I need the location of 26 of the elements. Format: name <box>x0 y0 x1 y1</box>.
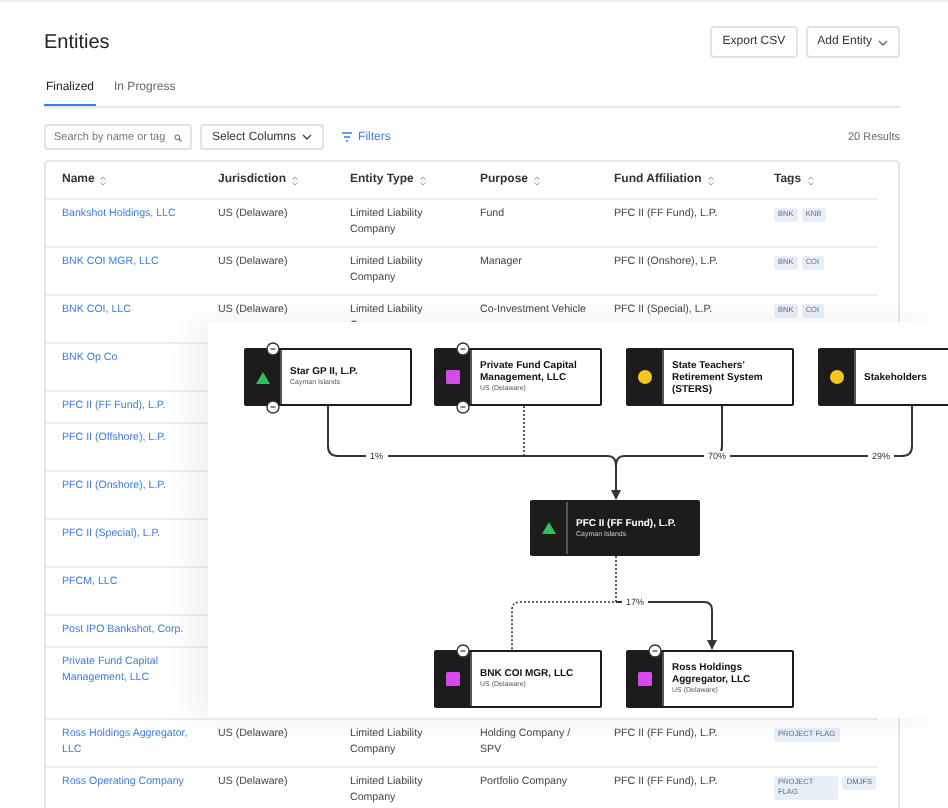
sort-icon <box>807 175 814 185</box>
filter-icon <box>342 132 353 142</box>
circle-icon <box>638 370 652 384</box>
square-icon <box>446 370 460 384</box>
page-title: Entities <box>44 31 110 53</box>
sort-icon <box>534 175 541 185</box>
triangle-icon <box>256 371 270 383</box>
sort-icon <box>100 175 107 185</box>
triangle-icon <box>542 522 556 534</box>
dotted-connector-line <box>511 555 617 651</box>
connector-arrow <box>615 601 717 650</box>
search-icon <box>174 131 182 143</box>
collapse-handle-icon[interactable] <box>456 643 470 657</box>
connector-arrow <box>611 405 723 500</box>
square-icon <box>446 672 460 686</box>
dotted-connector-line <box>523 405 525 457</box>
circle-icon <box>830 370 844 384</box>
collapse-handle-icon[interactable] <box>266 341 280 355</box>
collapse-handle-icon[interactable] <box>456 341 470 355</box>
square-icon <box>638 672 652 686</box>
sort-icon <box>419 175 426 185</box>
caret-icon <box>878 39 888 45</box>
caret-icon <box>302 134 313 140</box>
sort-icon <box>707 175 714 185</box>
sort-icon <box>292 175 299 185</box>
collapse-handle-icon[interactable] <box>648 643 662 657</box>
